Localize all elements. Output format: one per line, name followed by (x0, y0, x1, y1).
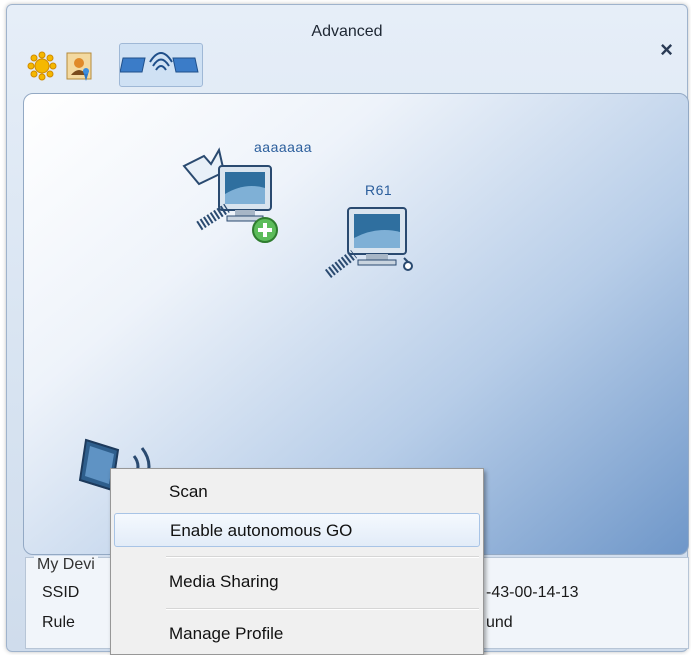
wifi-direct-icon[interactable] (119, 43, 203, 87)
menu-item-scan[interactable]: Scan (114, 475, 480, 509)
menu-separator (166, 608, 479, 610)
window-title: Advanced (311, 23, 383, 40)
my-device-title: My Devi (34, 556, 98, 574)
rule-value: und (486, 614, 513, 631)
menu-item-manage-profile[interactable]: Manage Profile (114, 617, 480, 651)
menu-item-enable-autonomous-go[interactable]: Enable autonomous GO (114, 513, 480, 547)
close-button[interactable]: × (660, 37, 673, 63)
profile-certificate-icon[interactable] (65, 51, 95, 88)
ssid-value: -43-00-14-13 (486, 584, 579, 601)
device-label-r61: R61 (365, 182, 393, 198)
client-computer-icon[interactable] (324, 202, 424, 297)
settings-sun-icon[interactable] (27, 51, 57, 86)
context-menu: Scan Enable autonomous GO Media Sharing … (110, 468, 484, 655)
menu-item-media-sharing[interactable]: Media Sharing (114, 565, 480, 599)
group-owner-computer-icon[interactable] (179, 144, 289, 249)
rule-label: Rule (42, 614, 75, 631)
menu-separator (166, 556, 479, 558)
ssid-label: SSID (42, 584, 80, 601)
